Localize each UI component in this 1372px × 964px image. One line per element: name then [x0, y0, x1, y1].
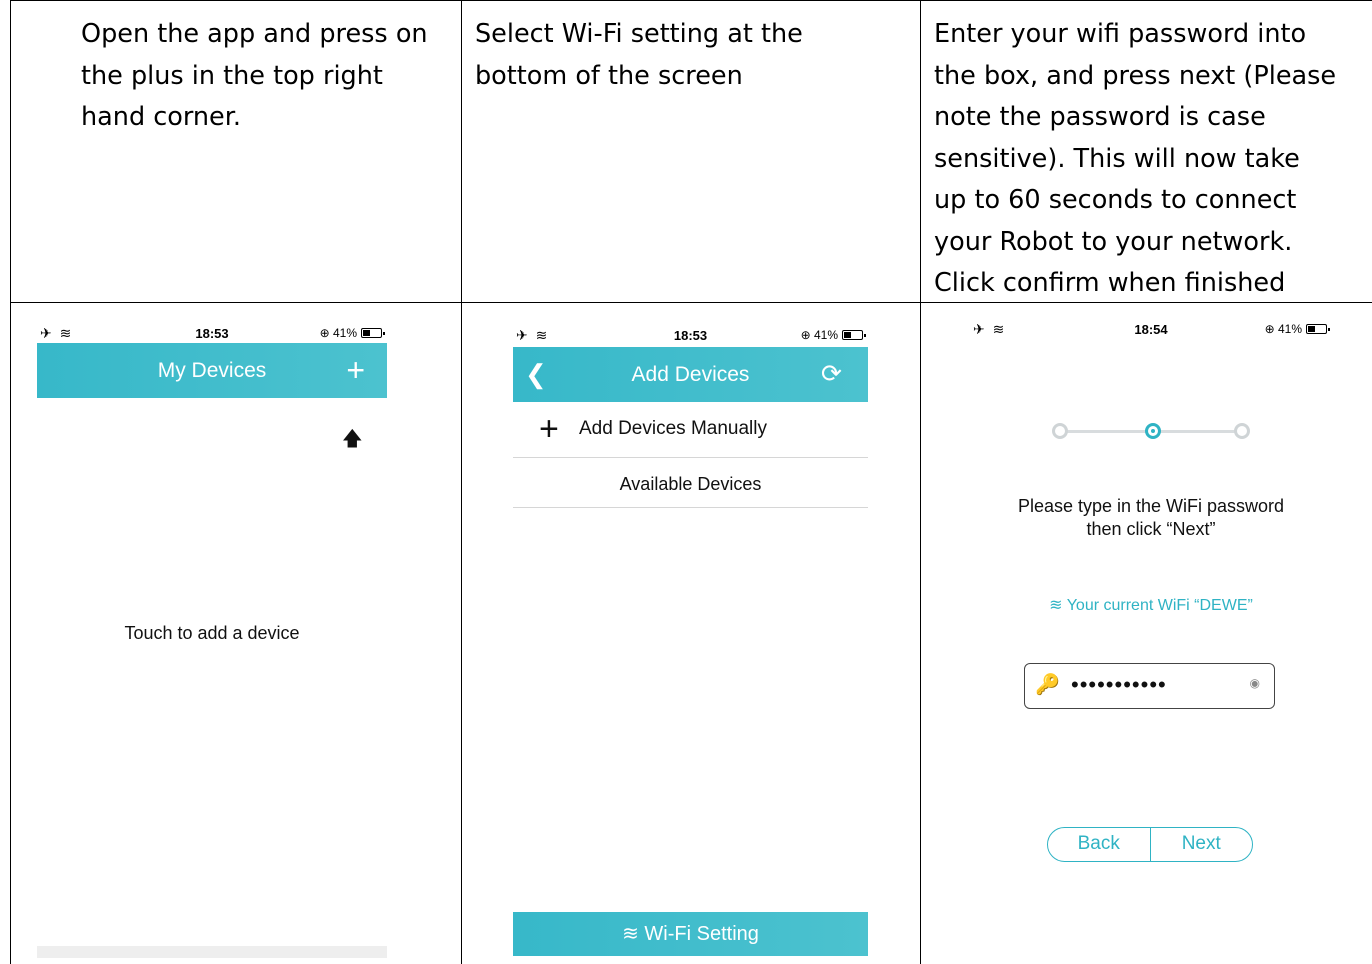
bottom-tab-bar [37, 946, 387, 958]
nav-bar: ❮ Add Devices ⟳ [513, 347, 868, 402]
page-title: My Devices [157, 359, 267, 382]
arrow-up-icon: 🡅 [342, 428, 363, 450]
nav-bar: My Devices + [37, 343, 387, 398]
screenshot-my-devices: ✈ ≋ 18:53 ⊕ 41% My Devices + 🡅 Touch to … [37, 318, 387, 958]
prompt-line-2: then click “Next” [1086, 519, 1216, 539]
status-battery-text: ⊕ 41% [1264, 322, 1302, 336]
table-border-col2 [461, 0, 462, 964]
wifi-icon: ≋ [1049, 597, 1063, 614]
touch-to-add-text[interactable]: Touch to add a device [37, 623, 387, 644]
refresh-icon[interactable]: ⟳ [821, 347, 842, 402]
available-devices-header: Available Devices [619, 474, 762, 494]
wifi-setting-button[interactable]: ≋ Wi-Fi Setting [513, 912, 868, 956]
step-dot-3 [1234, 423, 1250, 439]
back-button[interactable]: Back [1048, 828, 1150, 861]
status-battery-text: ⊕ 41% [319, 326, 357, 340]
battery-icon [842, 330, 866, 340]
status-bar: ✈ ≋ 18:54 ⊕ 41% [970, 318, 1332, 340]
next-button[interactable]: Next [1149, 828, 1253, 861]
password-input[interactable]: 🔑 ••••••••••• ◉ [1024, 663, 1275, 709]
add-device-plus-icon[interactable]: + [346, 343, 365, 398]
back-next-button-group: Back Next [1047, 827, 1253, 862]
table-border-left [10, 0, 11, 964]
page-title: Add Devices [631, 363, 750, 386]
prompt-line-1: Please type in the WiFi password [1017, 496, 1285, 516]
instruction-step-1: Open the app and press on the plus in th… [81, 19, 428, 132]
add-manually-label: Add Devices Manually [579, 418, 767, 439]
instruction-step-3: Enter your wifi password into the box, a… [934, 19, 1337, 298]
step-dot-1 [1052, 423, 1068, 439]
status-bar: ✈ ≋ 18:53 ⊕ 41% [37, 322, 387, 344]
current-wifi-label: ≋ Your current WiFi “DEWE” [970, 595, 1332, 615]
battery-icon [1306, 324, 1330, 334]
screenshot-wifi-password: ✈ ≋ 18:54 ⊕ 41% Please type in the WiFi … [970, 314, 1332, 894]
screenshot-add-devices: ✈ ≋ 18:53 ⊕ 41% ❮ Add Devices ⟳ + Add De… [513, 320, 868, 964]
instruction-step-2: Select Wi-Fi setting at the bottom of th… [475, 19, 803, 91]
current-wifi-text: Your current WiFi “DEWE” [1066, 597, 1253, 614]
wifi-setting-label: Wi-Fi Setting [644, 923, 759, 945]
eye-icon[interactable]: ◉ [1250, 676, 1260, 690]
table-border-col3 [920, 0, 921, 964]
password-prompt: Please type in the WiFi password then cl… [970, 495, 1332, 541]
wifi-icon: ≋ [622, 923, 639, 945]
back-chevron-icon[interactable]: ❮ [525, 347, 547, 402]
divider [513, 507, 868, 508]
table-border-top [10, 0, 1372, 1]
password-value: ••••••••••• [1071, 672, 1167, 697]
key-icon: 🔑 [1035, 674, 1060, 696]
step-dot-2-active [1145, 423, 1161, 439]
divider [513, 457, 868, 458]
status-bar: ✈ ≋ 18:53 ⊕ 41% [513, 324, 868, 346]
plus-icon: + [539, 410, 559, 448]
battery-icon [361, 328, 385, 338]
status-battery-text: ⊕ 41% [800, 328, 838, 342]
